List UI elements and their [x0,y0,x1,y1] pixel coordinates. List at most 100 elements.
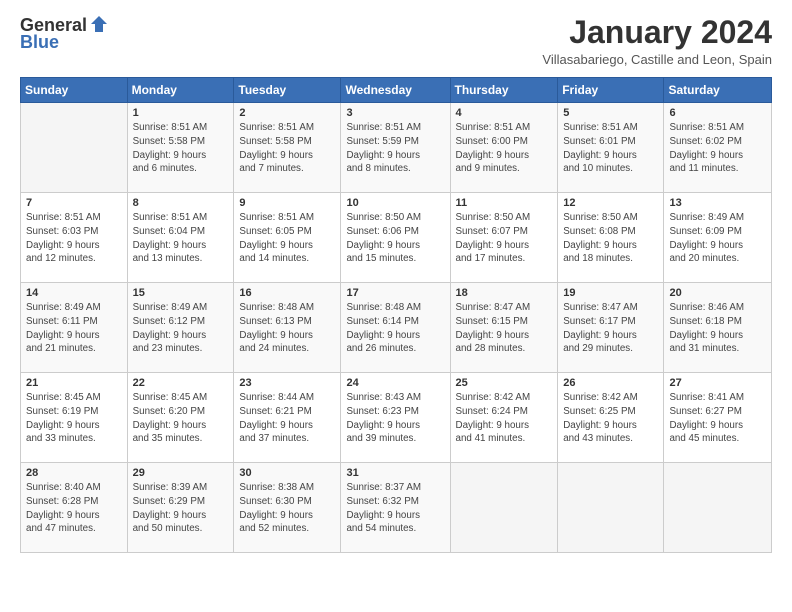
calendar-week-row: 1 Sunrise: 8:51 AMSunset: 5:58 PMDaylight… [21,103,772,193]
calendar-cell: 31Sunrise: 8:37 AMSunset: 6:32 PMDayligh… [341,463,450,553]
calendar-cell: 7 Sunrise: 8:51 AMSunset: 6:03 PMDaylight… [21,193,128,283]
calendar-table: SundayMondayTuesdayWednesdayThursdayFrid… [20,77,772,553]
day-info: Sunrise: 8:49 AMSunset: 6:11 PMDaylight:… [26,301,122,356]
day-info: Sunrise: 8:51 AMSunset: 6:05 PMDaylight:… [239,211,335,266]
page: General Blue January 2024 Villasabariego… [0,0,792,612]
day-number: 15 [133,287,229,299]
calendar-cell: 29 Sunrise: 8:39 AMSunset: 6:29 PMDayligh… [127,463,234,553]
location-subtitle: Villasabariego, Castille and Leon, Spain [542,52,772,67]
day-number: 19 [563,287,658,299]
calendar-week-row: 14 Sunrise: 8:49 AMSunset: 6:11 PMDayligh… [21,283,772,373]
day-number: 29 [133,467,229,479]
day-info: Sunrise: 8:51 AMSunset: 5:58 PMDaylight:… [133,121,229,176]
calendar-cell: 4 Sunrise: 8:51 AMSunset: 6:00 PMDaylight… [450,103,558,193]
day-info: Sunrise: 8:50 AMSunset: 6:07 PMDaylight:… [456,211,553,266]
day-info: Sunrise: 8:41 AMSunset: 6:27 PMDaylight:… [669,391,766,446]
day-info: Sunrise: 8:48 AMSunset: 6:14 PMDaylight:… [346,301,444,356]
day-number: 23 [239,377,335,389]
day-info: Sunrise: 8:51 AMSunset: 6:01 PMDaylight:… [563,121,658,176]
calendar-header-row: SundayMondayTuesdayWednesdayThursdayFrid… [21,78,772,103]
day-number: 3 [346,107,444,119]
calendar-cell: 1 Sunrise: 8:51 AMSunset: 5:58 PMDaylight… [127,103,234,193]
day-info: Sunrise: 8:51 AMSunset: 6:02 PMDaylight:… [669,121,766,176]
calendar-cell: 12 Sunrise: 8:50 AMSunset: 6:08 PMDayligh… [558,193,664,283]
month-title: January 2024 [542,15,772,50]
day-number: 16 [239,287,335,299]
calendar-cell: 17Sunrise: 8:48 AMSunset: 6:14 PMDayligh… [341,283,450,373]
day-info: Sunrise: 8:42 AMSunset: 6:25 PMDaylight:… [563,391,658,446]
calendar-cell: 15 Sunrise: 8:49 AMSunset: 6:12 PMDayligh… [127,283,234,373]
weekday-header-tuesday: Tuesday [234,78,341,103]
day-info: Sunrise: 8:42 AMSunset: 6:24 PMDaylight:… [456,391,553,446]
day-number: 22 [133,377,229,389]
day-info: Sunrise: 8:47 AMSunset: 6:15 PMDaylight:… [456,301,553,356]
day-number: 12 [563,197,658,209]
calendar-cell: 23 Sunrise: 8:44 AMSunset: 6:21 PMDayligh… [234,373,341,463]
day-info: Sunrise: 8:38 AMSunset: 6:30 PMDaylight:… [239,481,335,536]
calendar-cell: 10Sunrise: 8:50 AMSunset: 6:06 PMDayligh… [341,193,450,283]
calendar-cell: 6 Sunrise: 8:51 AMSunset: 6:02 PMDaylight… [664,103,772,193]
day-number: 5 [563,107,658,119]
calendar-week-row: 21 Sunrise: 8:45 AMSunset: 6:19 PMDayligh… [21,373,772,463]
day-number: 13 [669,197,766,209]
day-number: 1 [133,107,229,119]
day-info: Sunrise: 8:39 AMSunset: 6:29 PMDaylight:… [133,481,229,536]
calendar-cell [664,463,772,553]
header: General Blue January 2024 Villasabariego… [20,15,772,67]
day-info: Sunrise: 8:50 AMSunset: 6:06 PMDaylight:… [346,211,444,266]
day-number: 2 [239,107,335,119]
day-info: Sunrise: 8:49 AMSunset: 6:12 PMDaylight:… [133,301,229,356]
day-number: 26 [563,377,658,389]
calendar-cell: 20Sunrise: 8:46 AMSunset: 6:18 PMDayligh… [664,283,772,373]
weekday-header-saturday: Saturday [664,78,772,103]
calendar-cell: 28Sunrise: 8:40 AMSunset: 6:28 PMDayligh… [21,463,128,553]
logo-icon [89,14,109,34]
day-info: Sunrise: 8:43 AMSunset: 6:23 PMDaylight:… [346,391,444,446]
day-number: 11 [456,197,553,209]
day-info: Sunrise: 8:47 AMSunset: 6:17 PMDaylight:… [563,301,658,356]
day-info: Sunrise: 8:49 AMSunset: 6:09 PMDaylight:… [669,211,766,266]
day-number: 18 [456,287,553,299]
day-info: Sunrise: 8:45 AMSunset: 6:19 PMDaylight:… [26,391,122,446]
calendar-cell: 24 Sunrise: 8:43 AMSunset: 6:23 PMDayligh… [341,373,450,463]
title-block: January 2024 Villasabariego, Castille an… [542,15,772,67]
day-info: Sunrise: 8:50 AMSunset: 6:08 PMDaylight:… [563,211,658,266]
calendar-cell: 9 Sunrise: 8:51 AMSunset: 6:05 PMDaylight… [234,193,341,283]
calendar-cell [558,463,664,553]
day-number: 20 [669,287,766,299]
day-info: Sunrise: 8:51 AMSunset: 5:59 PMDaylight:… [346,121,444,176]
calendar-cell: 27 Sunrise: 8:41 AMSunset: 6:27 PMDayligh… [664,373,772,463]
day-number: 27 [669,377,766,389]
calendar-cell: 30 Sunrise: 8:38 AMSunset: 6:30 PMDayligh… [234,463,341,553]
day-number: 31 [346,467,444,479]
calendar-cell [450,463,558,553]
calendar-cell: 22 Sunrise: 8:45 AMSunset: 6:20 PMDayligh… [127,373,234,463]
day-info: Sunrise: 8:48 AMSunset: 6:13 PMDaylight:… [239,301,335,356]
day-info: Sunrise: 8:40 AMSunset: 6:28 PMDaylight:… [26,481,122,536]
calendar-week-row: 7 Sunrise: 8:51 AMSunset: 6:03 PMDaylight… [21,193,772,283]
day-info: Sunrise: 8:44 AMSunset: 6:21 PMDaylight:… [239,391,335,446]
day-number: 21 [26,377,122,389]
day-number: 6 [669,107,766,119]
weekday-header-thursday: Thursday [450,78,558,103]
day-number: 24 [346,377,444,389]
day-info: Sunrise: 8:51 AMSunset: 6:00 PMDaylight:… [456,121,553,176]
calendar-cell: 2Sunrise: 8:51 AMSunset: 5:58 PMDaylight… [234,103,341,193]
day-number: 9 [239,197,335,209]
day-number: 14 [26,287,122,299]
calendar-cell: 3 Sunrise: 8:51 AMSunset: 5:59 PMDaylight… [341,103,450,193]
day-number: 4 [456,107,553,119]
calendar-cell: 18 Sunrise: 8:47 AMSunset: 6:15 PMDayligh… [450,283,558,373]
weekday-header-wednesday: Wednesday [341,78,450,103]
day-number: 7 [26,197,122,209]
calendar-cell: 25Sunrise: 8:42 AMSunset: 6:24 PMDayligh… [450,373,558,463]
day-info: Sunrise: 8:51 AMSunset: 6:04 PMDaylight:… [133,211,229,266]
calendar-cell: 26 Sunrise: 8:42 AMSunset: 6:25 PMDayligh… [558,373,664,463]
logo: General Blue [20,15,109,53]
day-number: 30 [239,467,335,479]
calendar-cell: 8 Sunrise: 8:51 AMSunset: 6:04 PMDaylight… [127,193,234,283]
day-info: Sunrise: 8:51 AMSunset: 6:03 PMDaylight:… [26,211,122,266]
day-number: 8 [133,197,229,209]
calendar-cell: 16 Sunrise: 8:48 AMSunset: 6:13 PMDayligh… [234,283,341,373]
day-info: Sunrise: 8:45 AMSunset: 6:20 PMDaylight:… [133,391,229,446]
